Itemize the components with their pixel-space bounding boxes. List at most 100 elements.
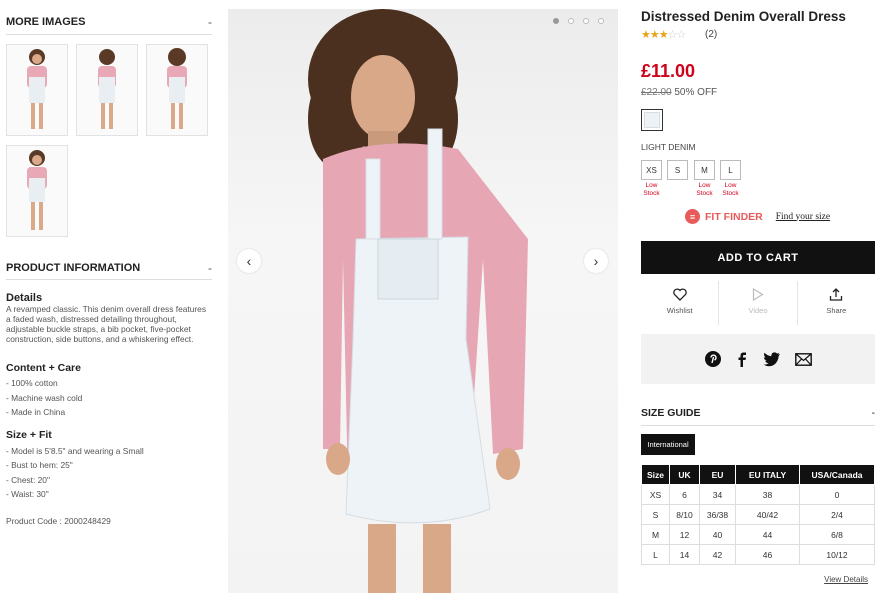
share-label: Share [826, 306, 847, 315]
table-cell: M [641, 524, 670, 545]
table-header-row: Size UK EU EU ITALY USA/Canada [641, 464, 875, 485]
original-price-line: £22.00 50% OFF [641, 87, 717, 98]
sale-price: £11.00 [641, 61, 696, 81]
table-row: S 8/10 36/38 40/42 2/4 [641, 504, 875, 525]
product-info-header[interactable]: PRODUCT INFORMATION - [6, 261, 212, 275]
product-title: Distressed Denim Overall Dress [641, 9, 846, 24]
table-cell: 34 [699, 484, 736, 505]
play-icon [752, 288, 764, 301]
size-option-m[interactable]: M [694, 160, 715, 180]
color-name: LIGHT DENIM [641, 142, 696, 152]
size-fit-item: - Chest: 20" [6, 475, 50, 485]
facebook-icon[interactable] [735, 351, 749, 367]
video-button[interactable]: Video [719, 281, 798, 325]
table-cell: 46 [735, 544, 800, 565]
table-cell: L [641, 544, 670, 565]
color-swatch-light-denim[interactable] [641, 109, 663, 131]
chevron-left-icon: ‹ [246, 253, 252, 269]
size-guide-header[interactable]: SIZE GUIDE - [641, 407, 875, 419]
thumbnail-figure [27, 49, 47, 129]
star-icon: ★ [649, 29, 660, 41]
divider [641, 425, 875, 426]
email-icon[interactable] [794, 352, 812, 366]
details-text: A revamped classic. This denim overall d… [6, 304, 207, 344]
star-icon: ★ [641, 29, 651, 41]
model-photo [308, 9, 528, 593]
details-title: Details [6, 292, 43, 304]
thumbnail-1[interactable] [6, 44, 68, 136]
size-option-s[interactable]: S [667, 160, 688, 180]
low-stock-label: Low Stock [643, 182, 660, 197]
product-code: Product Code : 2000248429 [6, 516, 111, 526]
table-cell: 44 [735, 524, 800, 545]
product-info-title: PRODUCT INFORMATION [6, 262, 141, 274]
product-details-panel: Distressed Denim Overall Dress ★★★☆☆ (2)… [641, 0, 875, 593]
original-price: £22.00 [641, 87, 672, 98]
column-header: EU ITALY [735, 464, 800, 485]
table-cell: 8/10 [669, 504, 700, 525]
size-fit-item: - Bust to hem: 25" [6, 460, 73, 470]
add-to-cart-button[interactable]: ADD TO CART [641, 241, 875, 274]
thumbnail-figure [167, 48, 187, 129]
table-cell: 12 [669, 524, 700, 545]
star-icon: ★ [658, 29, 669, 41]
rating-count[interactable]: (2) [705, 29, 717, 40]
more-images-title: MORE IMAGES [6, 16, 86, 28]
column-header: USA/Canada [799, 464, 875, 485]
wishlist-label: Wishlist [666, 306, 693, 315]
star-empty-icon: ☆ [676, 29, 687, 41]
size-fit-item: - Waist: 30" [6, 489, 49, 499]
star-empty-icon: ☆ [667, 29, 678, 41]
thumbnail-4[interactable] [6, 145, 68, 237]
table-cell: 38 [735, 484, 800, 505]
thumbnail-2[interactable] [76, 44, 138, 136]
social-share-bar [641, 334, 875, 384]
fit-finder-icon: ≡ [685, 209, 700, 224]
column-header: UK [669, 464, 700, 485]
column-header: EU [699, 464, 736, 485]
size-option-l[interactable]: L [720, 160, 741, 180]
carousel-dot[interactable] [568, 18, 574, 24]
fit-finder-label: FIT FINDER [705, 210, 763, 223]
thumbnail-figure [27, 150, 47, 230]
prev-image-button[interactable]: ‹ [237, 249, 261, 273]
find-your-size-link[interactable]: Find your size [776, 212, 830, 222]
size-option-xs[interactable]: XS [641, 160, 662, 180]
content-item: - 100% cotton [6, 378, 58, 388]
tab-international[interactable]: International [641, 434, 695, 455]
pinterest-icon[interactable] [704, 351, 721, 367]
heart-icon [672, 288, 687, 301]
collapse-icon[interactable]: - [208, 261, 212, 275]
size-guide-title: SIZE GUIDE [641, 407, 701, 419]
star-rating[interactable]: ★★★☆☆ [641, 28, 687, 41]
chevron-right-icon: › [593, 253, 599, 269]
collapse-icon[interactable]: - [872, 407, 875, 419]
table-row: M 12 40 44 6/8 [641, 524, 875, 545]
size-fit-title: Size + Fit [6, 429, 52, 441]
thumbnail-3[interactable] [146, 44, 208, 136]
table-cell: 40/42 [735, 504, 800, 525]
content-item: - Made in China [6, 407, 66, 417]
fit-finder[interactable]: ≡ FIT FINDER Find your size [685, 209, 830, 224]
carousel-dot[interactable] [598, 18, 604, 24]
size-guide-table: Size UK EU EU ITALY USA/Canada XS 6 34 3… [641, 464, 875, 565]
size-fit-item: - Model is 5'8.5" and wearing a Small [6, 446, 144, 456]
main-product-image[interactable]: ‹ › [228, 9, 618, 593]
more-images-header[interactable]: MORE IMAGES - [6, 15, 212, 29]
table-cell: 0 [799, 484, 875, 505]
table-row: XS 6 34 38 0 [641, 484, 875, 505]
wishlist-button[interactable]: Wishlist [641, 281, 720, 325]
collapse-icon[interactable]: - [208, 15, 212, 29]
view-details-link[interactable]: View Details [824, 575, 868, 584]
low-stock-label: Low Stock [722, 182, 739, 197]
table-cell: 14 [669, 544, 700, 565]
carousel-dot[interactable] [583, 18, 589, 24]
thumbnail-figure [98, 49, 116, 129]
carousel-dots [553, 18, 604, 24]
next-image-button[interactable]: › [584, 249, 608, 273]
carousel-dot[interactable] [553, 18, 559, 24]
table-cell: S [641, 504, 670, 525]
share-button[interactable]: Share [798, 281, 875, 325]
twitter-icon[interactable] [763, 351, 781, 367]
column-header: Size [641, 464, 670, 485]
